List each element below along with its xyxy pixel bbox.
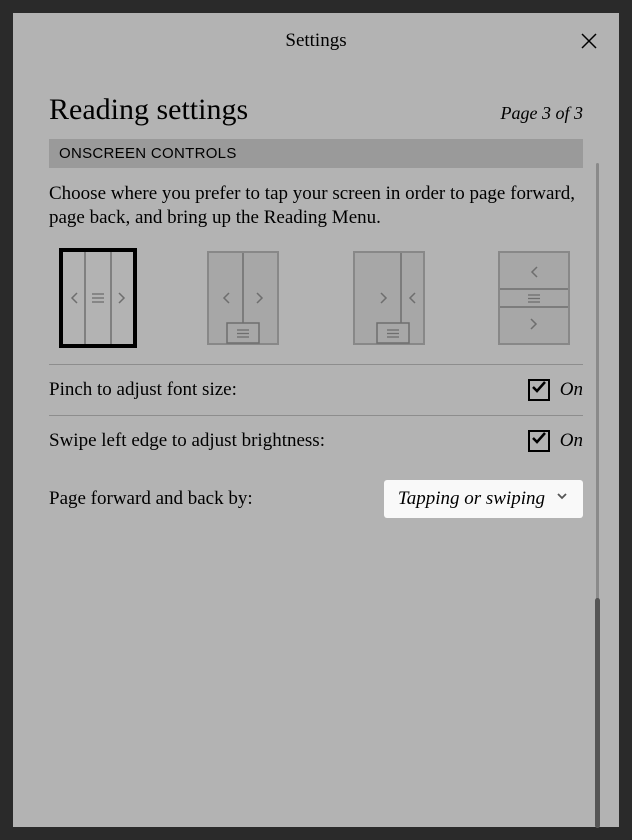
pinch-checkbox[interactable] [528, 379, 550, 401]
setting-pinch-label: Pinch to adjust font size: [49, 379, 528, 401]
setting-swipe-control: On [528, 430, 583, 452]
scrollbar-track[interactable] [596, 163, 599, 828]
close-button[interactable] [579, 31, 599, 56]
page-title: Reading settings [49, 93, 248, 127]
page-indicator: Page 3 of 3 [501, 103, 584, 124]
chevron-down-icon [555, 489, 569, 508]
swipe-state: On [560, 430, 583, 452]
layout-option-3[interactable] [350, 248, 428, 348]
pinch-state: On [560, 379, 583, 401]
setting-pagefwd-label: Page forward and back by: [49, 488, 384, 510]
setting-swipe-row: Swipe left edge to adjust brightness: On [49, 415, 583, 466]
setting-pagefwd-row: Page forward and back by: Tapping or swi… [49, 466, 583, 532]
settings-modal: Settings Reading settings Page 3 of 3 ON… [13, 13, 619, 827]
modal-title: Settings [285, 30, 346, 52]
check-icon [531, 379, 547, 400]
setting-pinch-control: On [528, 379, 583, 401]
layout-option-4[interactable] [495, 248, 573, 348]
section-header: ONSCREEN CONTROLS [49, 139, 583, 168]
layout-option-1[interactable] [59, 248, 137, 348]
setting-swipe-label: Swipe left edge to adjust brightness: [49, 430, 528, 452]
modal-content: Reading settings Page 3 of 3 ONSCREEN CO… [13, 69, 619, 532]
setting-pinch-row: Pinch to adjust font size: On [49, 364, 583, 415]
scrollbar-thumb[interactable] [595, 598, 600, 828]
check-icon [531, 430, 547, 451]
pagefwd-selected: Tapping or swiping [398, 488, 545, 510]
title-row: Reading settings Page 3 of 3 [49, 69, 583, 139]
modal-header: Settings [13, 13, 619, 69]
layout-option-2[interactable] [204, 248, 282, 348]
close-icon [579, 38, 599, 55]
section-description: Choose where you prefer to tap your scre… [49, 168, 583, 248]
pagefwd-dropdown[interactable]: Tapping or swiping [384, 480, 583, 518]
swipe-checkbox[interactable] [528, 430, 550, 452]
layout-options [49, 248, 583, 364]
